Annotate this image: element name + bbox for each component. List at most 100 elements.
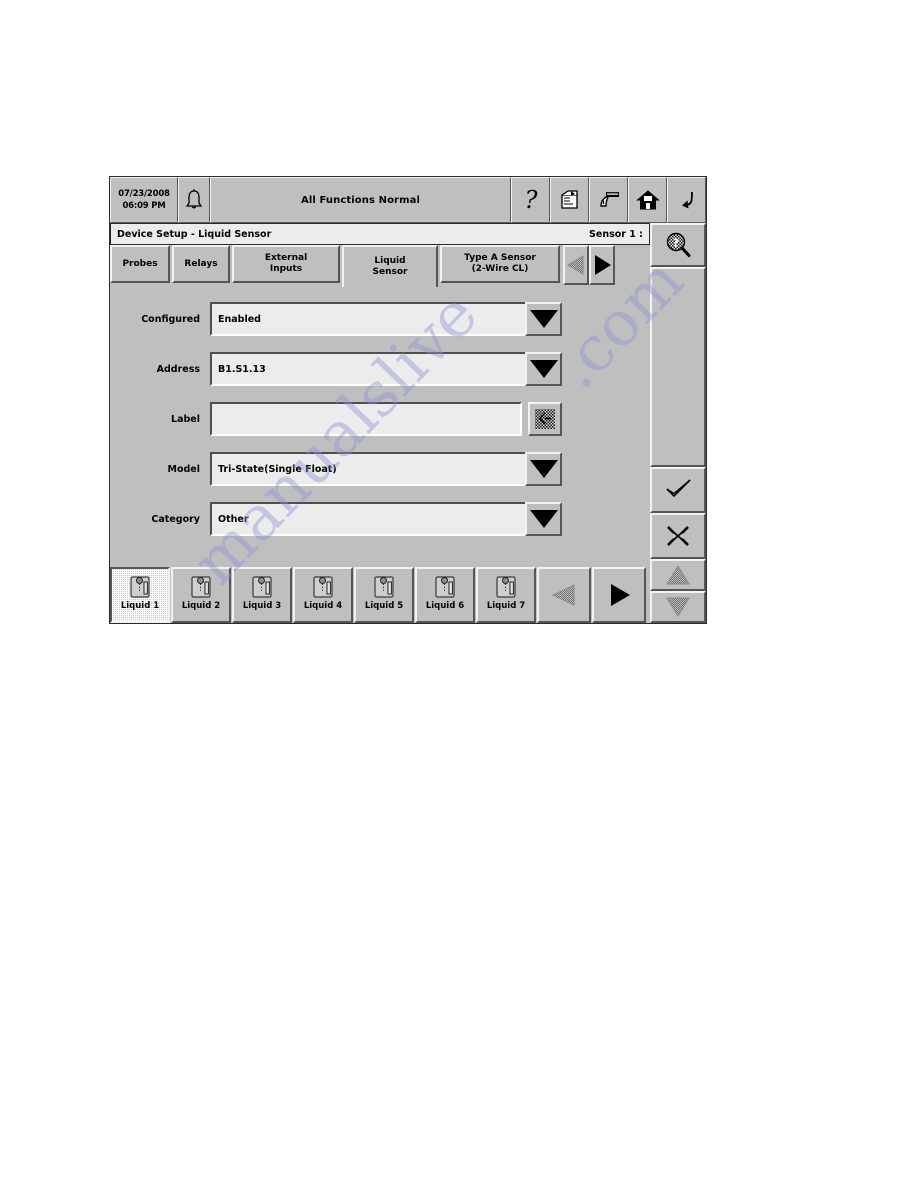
model-field: Tri-State(Single Float) (210, 452, 562, 486)
chevron-down-icon (529, 510, 558, 528)
liquid-sensor-label-5: Liquid 5 (364, 601, 404, 611)
tab-liquid-sensor[interactable]: Liquid Sensor (342, 245, 438, 287)
form-panel: Configured Enabled Address B1.S1.13 Labe… (110, 287, 650, 567)
side-rail: ? (650, 223, 706, 623)
liquid-sensor-icon (496, 576, 516, 598)
configured-dropdown-button[interactable] (525, 302, 562, 336)
label-input[interactable] (210, 402, 522, 436)
liquid-sensor-label-2: Liquid 2 (181, 601, 221, 611)
category-dropdown-button[interactable] (525, 502, 562, 536)
sensor-index-label: Sensor 1 : (589, 228, 643, 240)
accept-button[interactable] (650, 467, 706, 513)
triangle-down-icon (666, 597, 690, 617)
triangle-right-icon (595, 255, 611, 275)
side-rail-spacer (650, 267, 706, 467)
configured-field: Enabled (210, 302, 562, 336)
tab-liquid-sensor-line1: Liquid (374, 256, 406, 266)
tab-external-inputs-line2: Inputs (269, 264, 303, 274)
liquid-sensor-button-1[interactable]: Liquid 1 (110, 567, 170, 623)
liquid-sensor-label-6: Liquid 6 (425, 601, 465, 611)
tab-type-a-sensor-label: Type A Sensor (2-Wire CL) (464, 253, 536, 275)
tab-relays[interactable]: Relays (172, 245, 230, 283)
gauge-icon (599, 192, 619, 207)
chevron-down-icon (529, 460, 558, 478)
liquid-sensor-button-4[interactable]: Liquid 4 (293, 567, 353, 623)
configured-label: Configured (141, 313, 200, 325)
tab-liquid-sensor-line2: Sensor (372, 267, 408, 277)
tab-probes[interactable]: Probes (110, 245, 170, 283)
page-title-bar: Device Setup - Liquid Sensor Sensor 1 : (110, 223, 650, 245)
home-icon-button[interactable] (628, 177, 667, 223)
tab-prev-button[interactable] (563, 245, 589, 285)
liquid-selector-bar: Liquid 1 Liquid 2 Liquid 3 Liquid 4 Liqu… (110, 567, 650, 623)
category-value[interactable]: Other (210, 502, 562, 536)
liquid-sensor-button-2[interactable]: Liquid 2 (171, 567, 231, 623)
label-keyboard-button[interactable] (528, 402, 562, 436)
return-icon-button[interactable] (667, 177, 706, 223)
liquid-sensor-icon (191, 576, 211, 598)
field-row-model: Model Tri-State(Single Float) (110, 451, 650, 487)
liquid-sensor-icon (435, 576, 455, 598)
content-area: Probes Relays External Inputs Liquid Sen… (110, 245, 650, 567)
liquid-sensor-label-7: Liquid 7 (486, 601, 526, 611)
liquid-sensor-button-5[interactable]: Liquid 5 (354, 567, 414, 623)
svg-text:?: ? (673, 237, 679, 250)
chevron-down-icon (529, 360, 558, 378)
field-row-configured: Configured Enabled (110, 301, 650, 337)
cancel-button[interactable] (650, 513, 706, 559)
address-label: Address (156, 363, 200, 375)
return-icon (681, 191, 693, 209)
field-row-label: Label (110, 401, 650, 437)
help-icon-button[interactable]: ? (511, 177, 550, 223)
model-dropdown-button[interactable] (525, 452, 562, 486)
scroll-up-button[interactable] (650, 559, 706, 591)
category-field: Other (210, 502, 562, 536)
print-icon (561, 190, 578, 209)
date-text: 07/23/2008 (118, 189, 170, 199)
status-message: All Functions Normal (210, 177, 511, 223)
liquid-next-button[interactable] (592, 567, 646, 623)
tab-navigation (563, 245, 615, 285)
tab-external-inputs[interactable]: External Inputs (232, 245, 340, 283)
tab-probes-label: Probes (122, 258, 158, 269)
tab-type-a-sensor[interactable]: Type A Sensor (2-Wire CL) (440, 245, 560, 283)
svg-text:?: ? (524, 187, 537, 213)
triangle-left-icon (551, 584, 575, 606)
tab-next-button[interactable] (589, 245, 615, 285)
liquid-sensor-button-7[interactable]: Liquid 7 (476, 567, 536, 623)
liquid-sensor-label-3: Liquid 3 (242, 601, 282, 611)
bell-icon (185, 189, 203, 209)
liquid-sensor-icon (130, 576, 150, 598)
address-field: B1.S1.13 (210, 352, 562, 386)
context-help-button[interactable]: ? (650, 223, 706, 267)
tab-liquid-sensor-label: Liquid Sensor (373, 256, 408, 278)
gauge-icon-button[interactable] (589, 177, 628, 223)
liquid-sensor-label-1: Liquid 1 (120, 601, 160, 611)
keyboard-icon (535, 409, 555, 429)
address-dropdown-button[interactable] (525, 352, 562, 386)
liquid-sensor-button-3[interactable]: Liquid 3 (232, 567, 292, 623)
liquid-prev-button[interactable] (537, 567, 591, 623)
tab-external-inputs-label: External Inputs (265, 253, 307, 275)
scroll-down-button[interactable] (650, 591, 706, 623)
print-icon-button[interactable] (550, 177, 589, 223)
field-row-category: Category Other (110, 501, 650, 537)
checkmark-icon (666, 479, 691, 498)
liquid-sensor-icon (313, 576, 333, 598)
triangle-up-icon (666, 565, 690, 585)
alarm-bell-button[interactable] (178, 177, 210, 223)
help-icon: ? (524, 187, 537, 213)
label-field (210, 402, 562, 436)
model-label: Model (167, 463, 200, 475)
model-value[interactable]: Tri-State(Single Float) (210, 452, 562, 486)
device-panel: 07/23/2008 06:09 PM All Functions Normal… (109, 176, 707, 624)
home-icon (635, 190, 660, 210)
label-label: Label (171, 413, 200, 425)
triangle-right-icon (611, 584, 630, 606)
liquid-sensor-button-6[interactable]: Liquid 6 (415, 567, 475, 623)
address-value[interactable]: B1.S1.13 (210, 352, 562, 386)
datetime-display: 07/23/2008 06:09 PM (110, 177, 178, 223)
liquid-sensor-label-4: Liquid 4 (303, 601, 343, 611)
configured-value[interactable]: Enabled (210, 302, 562, 336)
chevron-down-icon (529, 310, 558, 328)
